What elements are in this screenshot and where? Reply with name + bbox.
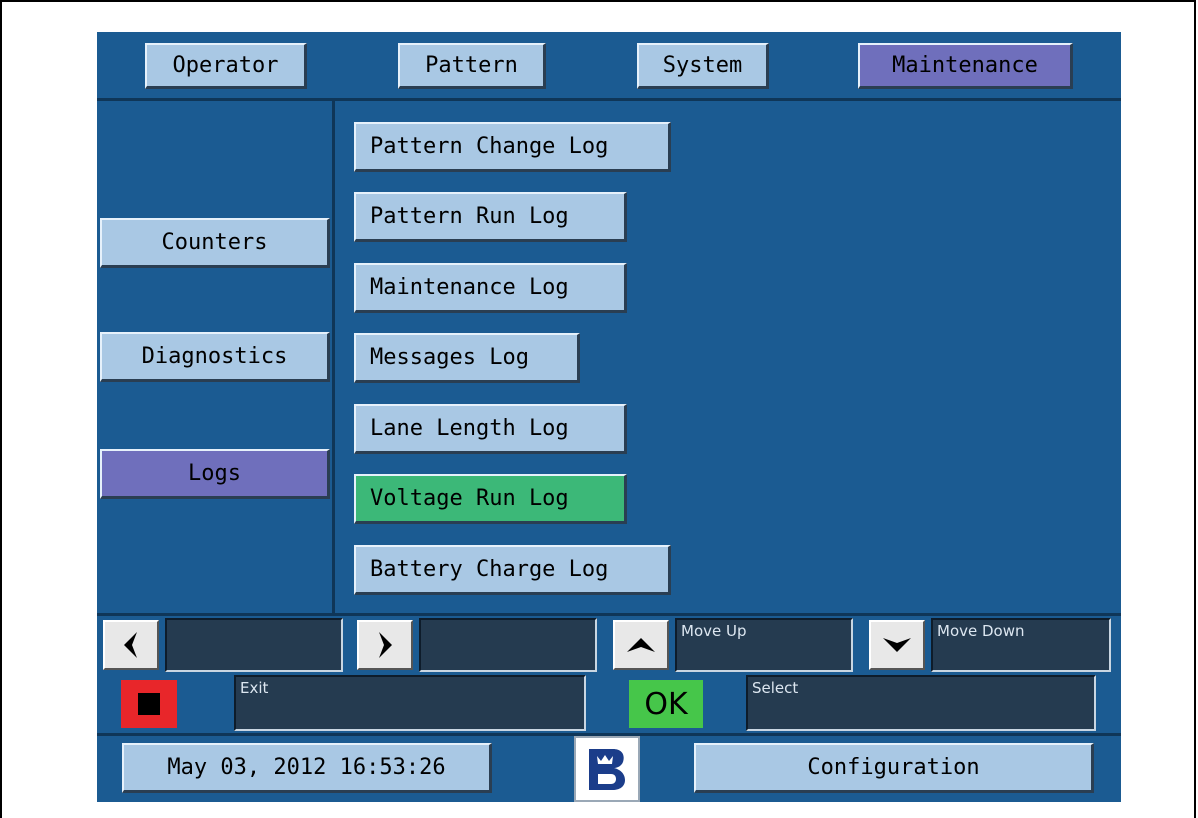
header-divider bbox=[97, 98, 1121, 101]
datetime-display: May 03, 2012 16:53:26 bbox=[122, 743, 492, 793]
exit-label: Exit bbox=[234, 675, 586, 731]
tab-operator[interactable]: Operator bbox=[145, 43, 307, 89]
select-label: Select bbox=[746, 675, 1096, 731]
brand-logo[interactable] bbox=[574, 736, 640, 802]
log-maintenance[interactable]: Maintenance Log bbox=[354, 263, 627, 313]
tab-maintenance[interactable]: Maintenance bbox=[858, 43, 1073, 89]
log-pattern-change[interactable]: Pattern Change Log bbox=[354, 122, 671, 172]
arrow-up-button[interactable] bbox=[613, 620, 669, 670]
stop-button[interactable] bbox=[121, 680, 177, 728]
hmi-screen: Operator Pattern System Maintenance Coun… bbox=[97, 32, 1121, 802]
softkey-divider bbox=[97, 613, 1121, 616]
sidebar-divider bbox=[332, 101, 335, 616]
configuration-button[interactable]: Configuration bbox=[694, 743, 1094, 793]
log-messages[interactable]: Messages Log bbox=[354, 333, 580, 383]
left-field bbox=[165, 618, 343, 672]
arrow-right-button[interactable] bbox=[357, 620, 413, 670]
arrow-left-button[interactable] bbox=[103, 620, 159, 670]
move-down-label: Move Down bbox=[931, 618, 1111, 672]
arrow-up-icon bbox=[627, 638, 655, 652]
stop-icon bbox=[138, 693, 160, 715]
arrow-down-icon bbox=[883, 638, 911, 652]
ok-button[interactable]: OK bbox=[629, 680, 703, 728]
sidebar-item-counters[interactable]: Counters bbox=[100, 218, 330, 268]
tab-system[interactable]: System bbox=[637, 43, 769, 89]
brand-logo-icon bbox=[585, 746, 629, 792]
right-field bbox=[419, 618, 597, 672]
log-battery-charge[interactable]: Battery Charge Log bbox=[354, 545, 671, 595]
log-voltage-run[interactable]: Voltage Run Log bbox=[354, 474, 627, 524]
sidebar-item-logs[interactable]: Logs bbox=[100, 449, 330, 499]
arrow-left-icon bbox=[124, 632, 137, 658]
log-pattern-run[interactable]: Pattern Run Log bbox=[354, 192, 627, 242]
move-up-label: Move Up bbox=[675, 618, 853, 672]
arrow-right-icon bbox=[379, 632, 392, 658]
arrow-down-button[interactable] bbox=[869, 620, 925, 670]
log-lane-length[interactable]: Lane Length Log bbox=[354, 404, 627, 454]
tab-pattern[interactable]: Pattern bbox=[398, 43, 546, 89]
sidebar-item-diagnostics[interactable]: Diagnostics bbox=[100, 332, 330, 382]
